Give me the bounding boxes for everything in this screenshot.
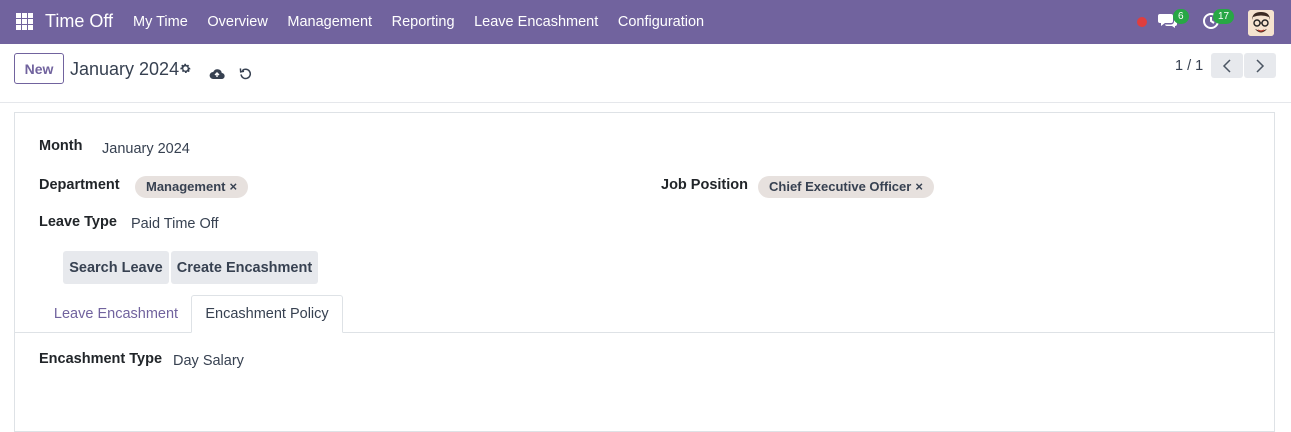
tab-encashment-policy[interactable]: Encashment Policy: [191, 295, 343, 333]
job-position-label: Job Position: [661, 177, 748, 193]
gear-icon[interactable]: [179, 62, 192, 80]
pager-next-button[interactable]: [1244, 53, 1276, 78]
app-name[interactable]: Time Off: [45, 11, 113, 32]
job-position-tag-text: Chief Executive Officer: [769, 179, 912, 194]
record-title: January 2024: [70, 59, 180, 79]
department-tag-text: Management: [146, 179, 226, 194]
search-leave-button[interactable]: Search Leave: [63, 251, 169, 284]
remove-tag-icon[interactable]: ×: [915, 179, 923, 194]
menu-item-configuration[interactable]: Configuration: [608, 0, 714, 44]
activity-count-badge: 17: [1213, 9, 1235, 24]
chevron-left-icon: [1222, 58, 1231, 73]
month-label: Month: [39, 138, 83, 154]
pager-value[interactable]: 1 / 1: [1175, 58, 1203, 74]
control-panel: New January 2024 1 / 1: [0, 44, 1291, 103]
menu-item-my-time[interactable]: My Time: [124, 0, 198, 44]
main-menu: My Time Overview Management Reporting Le…: [124, 0, 714, 44]
menu-item-reporting[interactable]: Reporting: [382, 0, 464, 44]
undo-icon[interactable]: [239, 67, 252, 85]
menu-item-leave-encashment[interactable]: Leave Encashment: [464, 0, 608, 44]
chevron-right-icon: [1256, 58, 1265, 73]
new-button[interactable]: New: [14, 53, 64, 84]
leave-type-value[interactable]: Paid Time Off: [131, 216, 219, 232]
encashment-type-value[interactable]: Day Salary: [173, 353, 244, 369]
chat-count-badge: 6: [1173, 9, 1189, 24]
apps-grid-icon[interactable]: [16, 13, 33, 30]
encashment-type-label: Encashment Type: [39, 351, 163, 367]
recording-indicator-icon[interactable]: [1137, 17, 1147, 27]
create-encashment-button[interactable]: Create Encashment: [171, 251, 318, 284]
tab-leave-encashment[interactable]: Leave Encashment: [43, 295, 189, 333]
leave-type-label: Leave Type: [39, 214, 117, 230]
remove-tag-icon[interactable]: ×: [229, 179, 237, 194]
month-value[interactable]: January 2024: [102, 141, 190, 157]
menu-item-management[interactable]: Management: [278, 0, 382, 44]
pager-previous-button[interactable]: [1211, 53, 1243, 78]
user-avatar[interactable]: [1248, 10, 1274, 36]
department-tag[interactable]: Management ×: [135, 176, 249, 198]
top-navbar: Time Off My Time Overview Management Rep…: [0, 0, 1291, 44]
menu-item-overview[interactable]: Overview: [198, 0, 278, 44]
job-position-tag[interactable]: Chief Executive Officer ×: [758, 176, 934, 198]
department-label: Department: [39, 177, 120, 193]
form-sheet: Month January 2024 Department Management…: [14, 112, 1275, 432]
cloud-upload-icon[interactable]: [209, 67, 225, 85]
